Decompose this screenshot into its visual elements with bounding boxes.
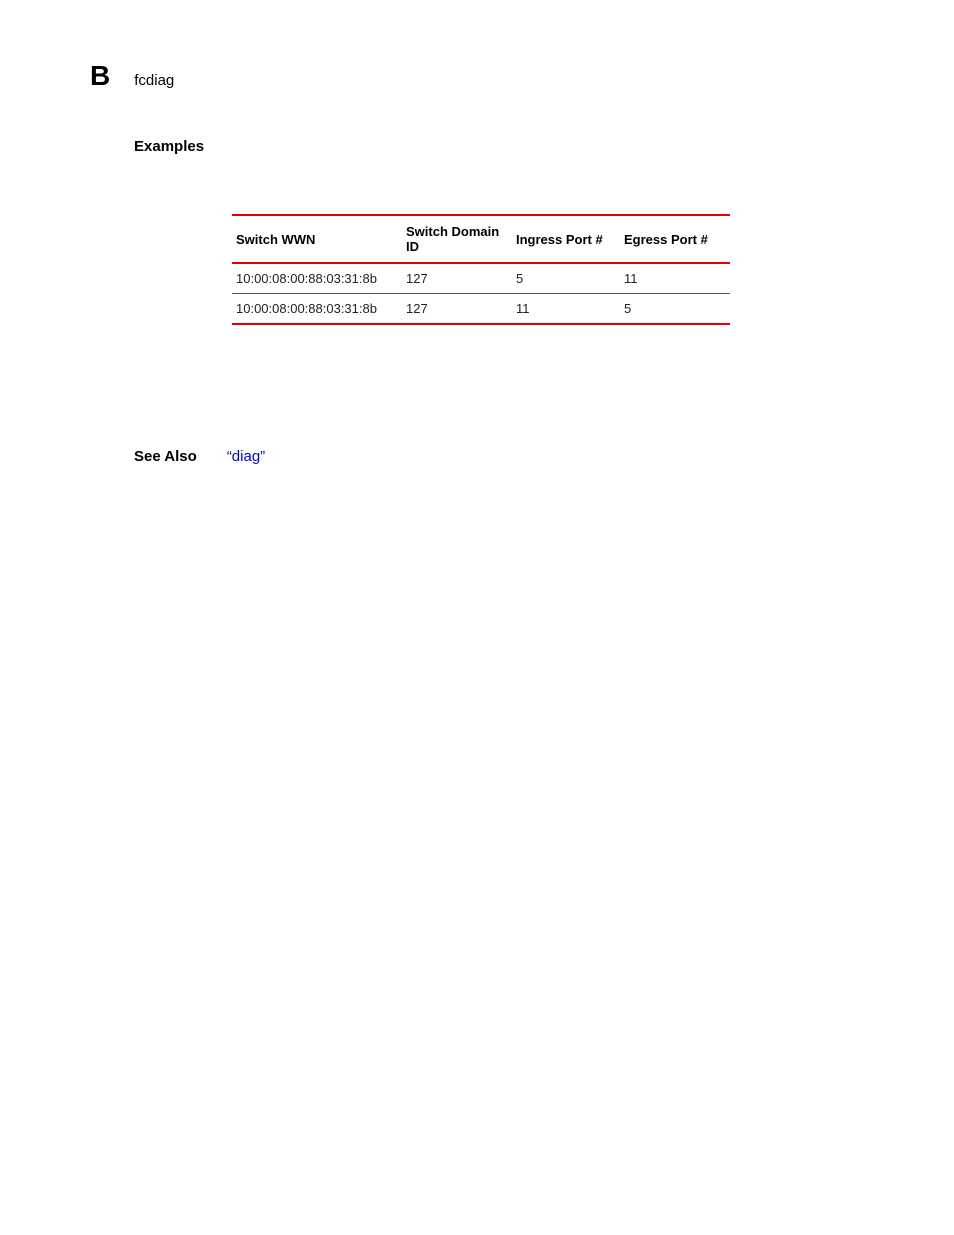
cell-domain: 127 xyxy=(402,294,512,325)
page-header: B fcdiag xyxy=(90,60,174,92)
examples-table: Switch WWN Switch Domain ID Ingress Port… xyxy=(232,214,730,325)
col-header-domain: Switch Domain ID xyxy=(402,215,512,263)
section-letter: B xyxy=(90,60,110,92)
cell-wwn: 10:00:08:00:88:03:31:8b xyxy=(232,263,402,294)
table-row: 10:00:08:00:88:03:31:8b 127 5 11 xyxy=(232,263,730,294)
see-also-section: See Also “diag” xyxy=(134,448,265,465)
cell-wwn: 10:00:08:00:88:03:31:8b xyxy=(232,294,402,325)
examples-heading: Examples xyxy=(134,138,204,155)
col-header-egress: Egress Port # xyxy=(620,215,730,263)
col-header-ingress: Ingress Port # xyxy=(512,215,620,263)
see-also-link[interactable]: “diag” xyxy=(227,448,265,465)
table-header-row: Switch WWN Switch Domain ID Ingress Port… xyxy=(232,215,730,263)
examples-table-container: Switch WWN Switch Domain ID Ingress Port… xyxy=(232,214,730,325)
cell-domain: 127 xyxy=(402,263,512,294)
cell-ingress: 5 xyxy=(512,263,620,294)
table-row: 10:00:08:00:88:03:31:8b 127 11 5 xyxy=(232,294,730,325)
section-name: fcdiag xyxy=(134,72,174,89)
cell-ingress: 11 xyxy=(512,294,620,325)
see-also-label: See Also xyxy=(134,448,197,465)
cell-egress: 11 xyxy=(620,263,730,294)
col-header-wwn: Switch WWN xyxy=(232,215,402,263)
cell-egress: 5 xyxy=(620,294,730,325)
